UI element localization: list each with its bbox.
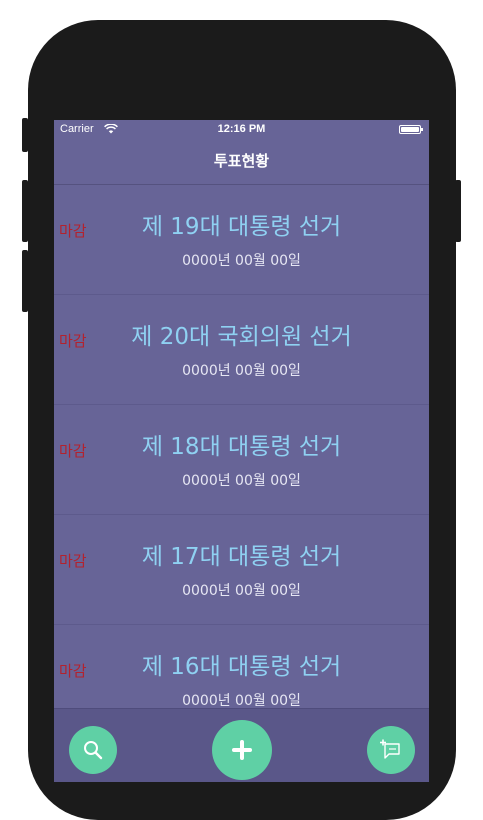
election-title: 제 20대 국회의원 선거 — [131, 324, 352, 350]
election-date: 0000년 00월 00일 — [182, 363, 301, 379]
volume-up-button — [22, 180, 28, 242]
app-screen: Carrier 12:16 PM 투표현황 마감 제 19대 대통령 선거 00… — [54, 120, 429, 782]
volume-down-button — [22, 250, 28, 312]
election-date: 0000년 00월 00일 — [182, 693, 301, 709]
election-title: 제 16대 대통령 선거 — [141, 654, 342, 680]
election-date: 0000년 00월 00일 — [182, 473, 301, 489]
list-item[interactable]: 마감 제 17대 대통령 선거 0000년 00월 00일 — [54, 515, 429, 625]
election-title: 제 18대 대통령 선거 — [141, 434, 342, 460]
election-list: 마감 제 19대 대통령 선거 0000년 00월 00일 마감 제 20대 국… — [54, 185, 429, 735]
add-button[interactable] — [212, 720, 272, 780]
nav-bar: 투표현황 — [54, 140, 429, 185]
status-bar: Carrier 12:16 PM — [54, 120, 429, 140]
list-item[interactable]: 마감 제 20대 국회의원 선거 0000년 00월 00일 — [54, 295, 429, 405]
election-date: 0000년 00월 00일 — [182, 583, 301, 599]
election-title: 제 17대 대통령 선거 — [141, 544, 342, 570]
comment-add-icon — [380, 739, 400, 759]
page-title: 투표현황 — [213, 152, 270, 170]
list-item[interactable]: 마감 제 18대 대통령 선거 0000년 00월 00일 — [54, 405, 429, 515]
list-item[interactable]: 마감 제 19대 대통령 선거 0000년 00월 00일 — [54, 185, 429, 295]
mute-switch — [22, 118, 28, 152]
election-title: 제 19대 대통령 선거 — [141, 214, 342, 240]
plus-icon — [232, 740, 252, 760]
election-date: 0000년 00월 00일 — [182, 253, 301, 269]
clock: 12:16 PM — [217, 123, 266, 135]
search-icon — [84, 741, 103, 760]
search-button[interactable] — [69, 726, 117, 774]
new-comment-button[interactable] — [367, 726, 415, 774]
bottom-toolbar — [54, 708, 429, 782]
power-button — [455, 180, 461, 242]
battery-icon — [399, 125, 423, 134]
